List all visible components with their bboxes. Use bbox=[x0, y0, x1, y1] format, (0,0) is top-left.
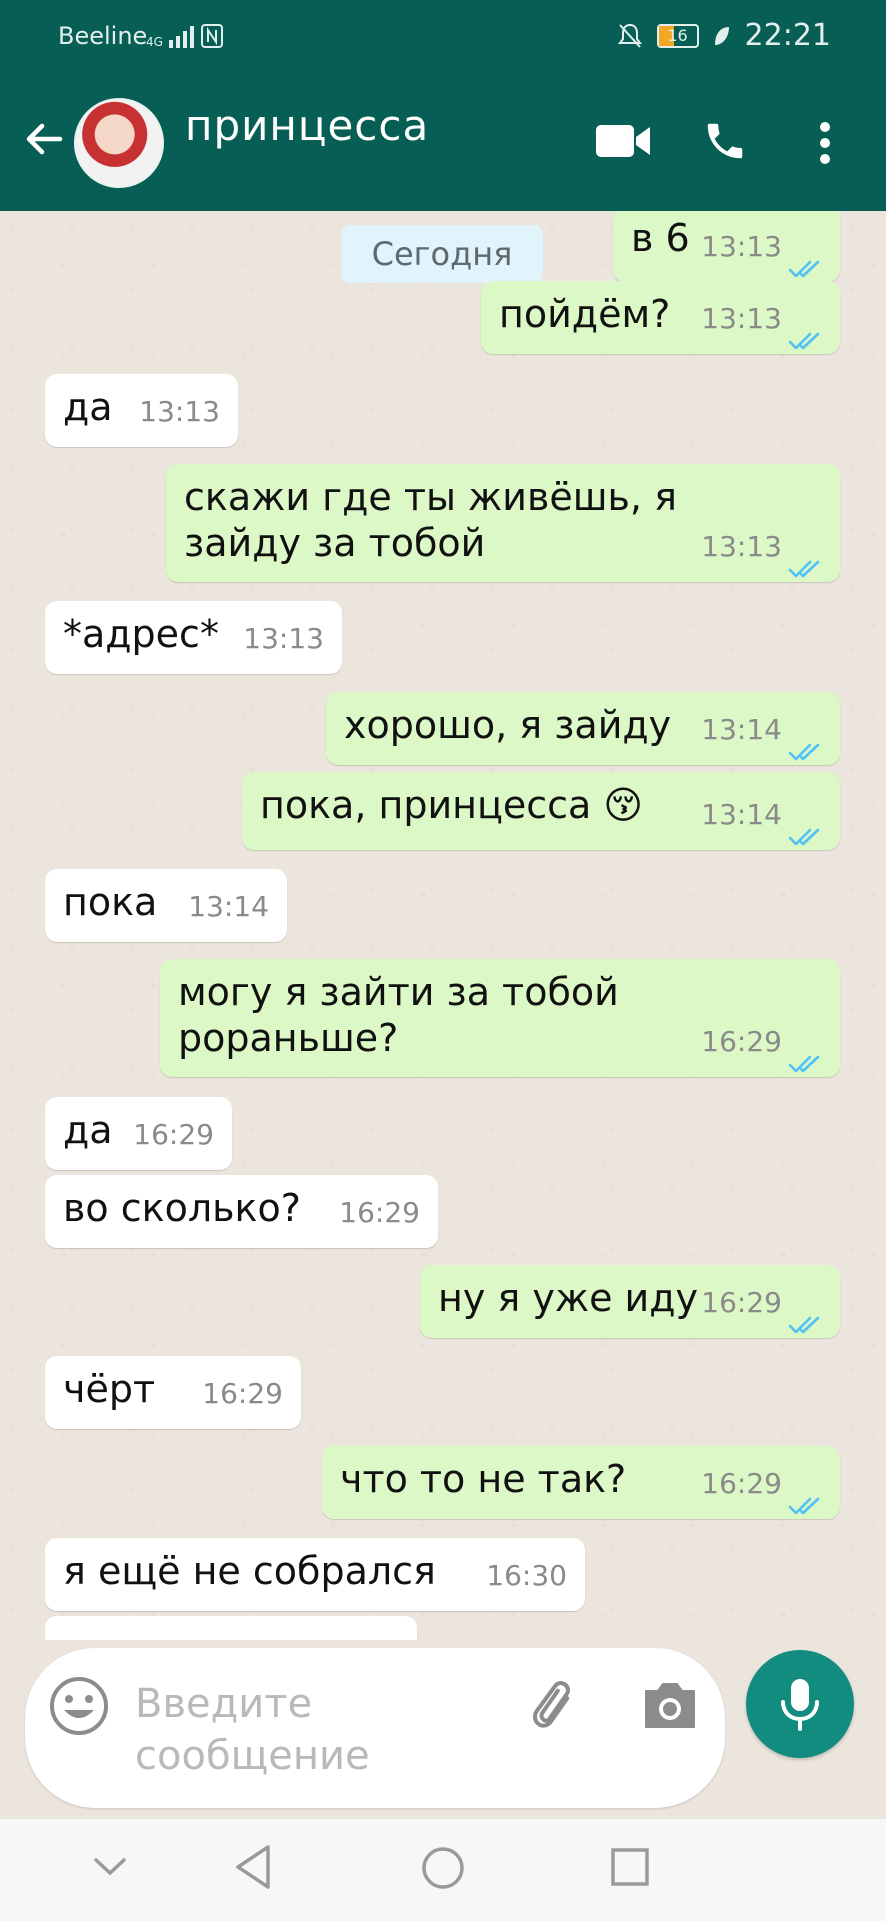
message-time: 16:30 bbox=[486, 1559, 567, 1592]
outgoing-message[interactable]: пока, принцесса 😚 13:14 bbox=[242, 772, 840, 850]
message-time: 16:29 bbox=[133, 1118, 214, 1151]
read-receipt-icon bbox=[788, 1481, 826, 1515]
phone-icon[interactable] bbox=[702, 117, 748, 165]
message-text: могу я зайти за тобой pораньше? bbox=[178, 970, 619, 1060]
message-time: 13:13 bbox=[701, 230, 782, 263]
more-vert-icon[interactable] bbox=[814, 121, 836, 165]
message-time: 13:13 bbox=[243, 622, 324, 655]
emoji-icon[interactable] bbox=[47, 1674, 111, 1738]
message-text: хорошо, я зайду bbox=[344, 703, 672, 747]
read-receipt-icon bbox=[788, 1039, 826, 1073]
chat-area[interactable]: Сегодня в 6 13:13 пойдём? 13:13 да 13:13 скажи… bbox=[0, 211, 886, 1640]
message-text: я ещё не собрался bbox=[63, 1549, 436, 1593]
contact-name[interactable]: принцесса bbox=[185, 101, 429, 150]
clock: 22:21 bbox=[744, 18, 831, 53]
system-nav-bar bbox=[0, 1818, 886, 1921]
read-receipt-icon bbox=[788, 812, 826, 846]
message-text: во сколько? bbox=[63, 1186, 301, 1230]
message-time: 16:29 bbox=[701, 1025, 782, 1058]
incoming-message[interactable]: пока 13:14 bbox=[45, 869, 287, 942]
message-time: 16:29 bbox=[701, 1467, 782, 1500]
nav-recents-icon[interactable] bbox=[610, 1847, 650, 1887]
outgoing-message[interactable]: в 6 13:13 bbox=[613, 211, 840, 282]
attach-icon[interactable] bbox=[529, 1680, 587, 1738]
status-bar: Beeline 4G 16 22:21 bbox=[0, 0, 886, 73]
message-time: 16:29 bbox=[202, 1377, 283, 1410]
leaf-icon bbox=[714, 26, 729, 45]
message-time: 16:29 bbox=[339, 1196, 420, 1229]
nav-down-icon[interactable] bbox=[92, 1855, 128, 1879]
signal-icons: 4G bbox=[146, 24, 223, 48]
message-time: 13:13 bbox=[701, 302, 782, 335]
outgoing-message[interactable]: хорошо, я зайду 13:14 bbox=[326, 692, 840, 765]
read-receipt-icon bbox=[788, 1300, 826, 1334]
message-time: 13:14 bbox=[701, 798, 782, 831]
message-text: да bbox=[63, 1108, 113, 1152]
video-call-icon[interactable] bbox=[596, 123, 652, 159]
outgoing-message[interactable]: могу я зайти за тобой pораньше? 16:29 bbox=[160, 959, 840, 1077]
read-receipt-icon bbox=[788, 244, 826, 278]
outgoing-message[interactable]: скажи где ты живёшь, я зайду за тобой 13:… bbox=[166, 464, 840, 582]
mute-bell-icon bbox=[617, 23, 642, 48]
incoming-message[interactable]: чёрт 16:29 bbox=[45, 1356, 301, 1429]
avatar[interactable] bbox=[74, 98, 164, 188]
message-time: 13:14 bbox=[701, 713, 782, 746]
signal-icon bbox=[168, 26, 194, 48]
message-text: *адрес* bbox=[63, 612, 219, 656]
outgoing-message[interactable]: пойдём? 13:13 bbox=[481, 281, 840, 354]
battery-level: 16 bbox=[667, 25, 688, 45]
message-time: 13:14 bbox=[188, 890, 269, 923]
message-text: чёрт bbox=[63, 1367, 156, 1411]
message-composer[interactable]: Введите сообщение bbox=[25, 1648, 725, 1808]
message-time: 13:13 bbox=[701, 530, 782, 563]
carrier-name: Beeline bbox=[58, 22, 148, 50]
incoming-message-partial[interactable] bbox=[45, 1616, 417, 1640]
network-type: 4G bbox=[146, 35, 163, 49]
message-input[interactable]: Введите сообщение bbox=[135, 1678, 435, 1782]
read-receipt-icon bbox=[788, 316, 826, 350]
camera-icon[interactable] bbox=[642, 1681, 698, 1731]
message-text: в 6 bbox=[631, 216, 690, 260]
mic-icon bbox=[781, 1679, 819, 1731]
back-arrow-icon[interactable] bbox=[20, 115, 68, 163]
incoming-message[interactable]: я ещё не собрался 16:30 bbox=[45, 1538, 585, 1611]
nfc-icon bbox=[200, 24, 223, 48]
nav-back-icon[interactable] bbox=[232, 1843, 274, 1891]
message-text: да bbox=[63, 385, 113, 429]
mic-button[interactable] bbox=[746, 1650, 854, 1758]
message-text: пойдём? bbox=[499, 292, 671, 336]
battery-icon: 16 bbox=[656, 23, 699, 48]
incoming-message[interactable]: да 16:29 bbox=[45, 1097, 232, 1170]
outgoing-message[interactable]: ну я уже иду 16:29 bbox=[420, 1265, 840, 1338]
status-right: 16 22:21 bbox=[617, 18, 831, 53]
message-text: что то не так? bbox=[340, 1457, 627, 1501]
message-text: пока, принцесса 😚 bbox=[260, 783, 644, 827]
chat-header: принцесса bbox=[0, 73, 886, 211]
message-text: пока bbox=[63, 880, 158, 924]
incoming-message[interactable]: да 13:13 bbox=[45, 374, 238, 447]
incoming-message[interactable]: *адрес* 13:13 bbox=[45, 601, 342, 674]
outgoing-message[interactable]: что то не так? 16:29 bbox=[322, 1446, 840, 1519]
message-time: 13:13 bbox=[139, 395, 220, 428]
nav-home-icon[interactable] bbox=[420, 1845, 466, 1891]
date-chip: Сегодня bbox=[341, 225, 543, 283]
read-receipt-icon bbox=[788, 544, 826, 578]
incoming-message[interactable]: во сколько? 16:29 bbox=[45, 1175, 438, 1248]
message-time: 16:29 bbox=[701, 1286, 782, 1319]
read-receipt-icon bbox=[788, 727, 826, 761]
message-text: ну я уже иду bbox=[438, 1276, 698, 1320]
message-text: скажи где ты живёшь, я зайду за тобой bbox=[184, 475, 677, 565]
